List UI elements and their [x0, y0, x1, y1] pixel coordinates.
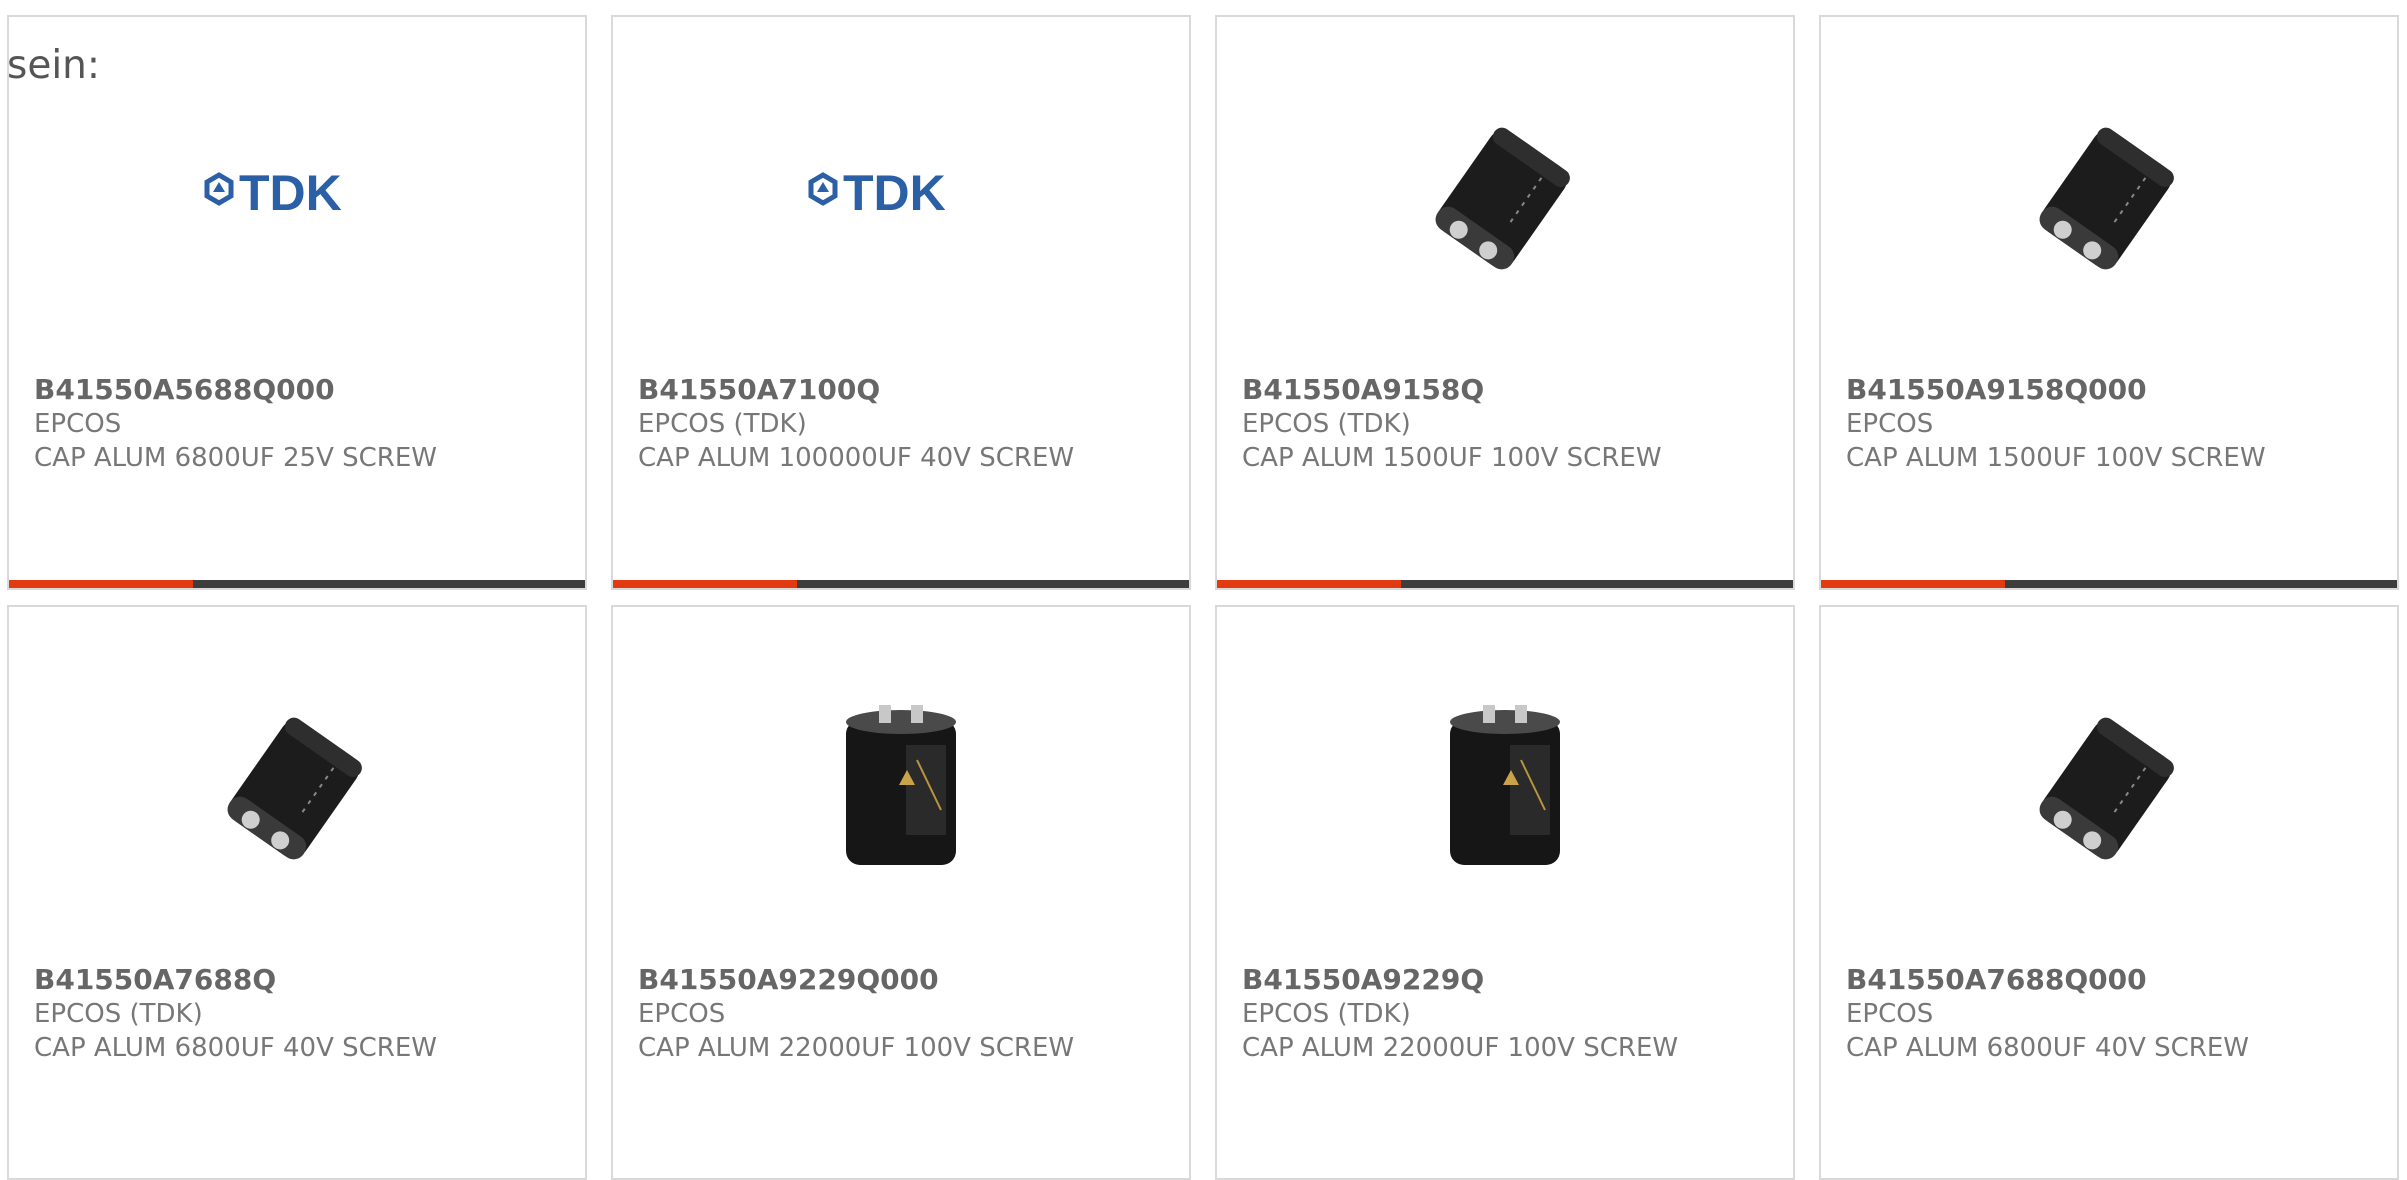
- manufacturer: EPCOS (TDK): [1242, 999, 1411, 1029]
- product-card[interactable]: B41550A7688Q000 EPCOS CAP ALUM 6800UF 40…: [1819, 605, 2399, 1180]
- intro-text: sein:: [7, 43, 101, 88]
- product-card[interactable]: TDK B41550A5688Q000 EPCOS CAP ALUM 6800U…: [7, 15, 587, 590]
- product-card[interactable]: B41550A9229Q EPCOS (TDK) CAP ALUM 22000U…: [1215, 605, 1795, 1180]
- product-card[interactable]: B41550A9158Q EPCOS (TDK) CAP ALUM 1500UF…: [1215, 15, 1795, 590]
- description: CAP ALUM 22000UF 100V SCREW: [1242, 1033, 1679, 1063]
- card-progress-bar: [9, 580, 585, 588]
- capacitor-lying-image: [1405, 100, 1605, 290]
- manufacturer: EPCOS (TDK): [1242, 409, 1411, 439]
- part-number-link[interactable]: B41550A9229Q000: [638, 963, 1169, 997]
- description: CAP ALUM 6800UF 40V SCREW: [34, 1033, 437, 1063]
- manufacturer: EPCOS (TDK): [638, 409, 807, 439]
- manufacturer: EPCOS: [638, 999, 726, 1029]
- capacitor-lying-image: [197, 690, 397, 880]
- description: CAP ALUM 22000UF 100V SCREW: [638, 1033, 1075, 1063]
- product-card[interactable]: B41550A9158Q000 EPCOS CAP ALUM 1500UF 10…: [1819, 15, 2399, 590]
- part-number-link[interactable]: B41550A9229Q: [1242, 963, 1773, 997]
- tdk-logo: TDK: [801, 100, 1001, 290]
- capacitor-lying-image: [2009, 690, 2209, 880]
- part-number-link[interactable]: B41550A7100Q: [638, 373, 1169, 407]
- part-number-link[interactable]: B41550A7688Q000: [1846, 963, 2377, 997]
- part-number-link[interactable]: B41550A5688Q000: [34, 373, 565, 407]
- capacitor-standing-image: [1405, 690, 1605, 880]
- tdk-logo-text: TDK: [239, 165, 342, 221]
- description: CAP ALUM 1500UF 100V SCREW: [1846, 443, 2266, 473]
- product-card[interactable]: TDK B41550A7100Q EPCOS (TDK) CAP ALUM 10…: [611, 15, 1191, 590]
- capacitor-lying-image: [2009, 100, 2209, 290]
- tdk-logo: TDK: [197, 100, 397, 290]
- description: CAP ALUM 6800UF 40V SCREW: [1846, 1033, 2249, 1063]
- manufacturer: EPCOS: [34, 409, 122, 439]
- part-number-link[interactable]: B41550A9158Q: [1242, 373, 1773, 407]
- part-number-link[interactable]: B41550A9158Q000: [1846, 373, 2377, 407]
- manufacturer: EPCOS: [1846, 999, 1934, 1029]
- card-progress-bar: [1821, 580, 2397, 588]
- description: CAP ALUM 1500UF 100V SCREW: [1242, 443, 1662, 473]
- description: CAP ALUM 100000UF 40V SCREW: [638, 443, 1075, 473]
- product-card[interactable]: B41550A7688Q EPCOS (TDK) CAP ALUM 6800UF…: [7, 605, 587, 1180]
- manufacturer: EPCOS (TDK): [34, 999, 203, 1029]
- tdk-logo-text: TDK: [843, 165, 946, 221]
- part-number-link[interactable]: B41550A7688Q: [34, 963, 565, 997]
- description: CAP ALUM 6800UF 25V SCREW: [34, 443, 437, 473]
- capacitor-standing-image: [801, 690, 1001, 880]
- manufacturer: EPCOS: [1846, 409, 1934, 439]
- card-progress-bar: [1217, 580, 1793, 588]
- product-card[interactable]: B41550A9229Q000 EPCOS CAP ALUM 22000UF 1…: [611, 605, 1191, 1180]
- card-progress-bar: [613, 580, 1189, 588]
